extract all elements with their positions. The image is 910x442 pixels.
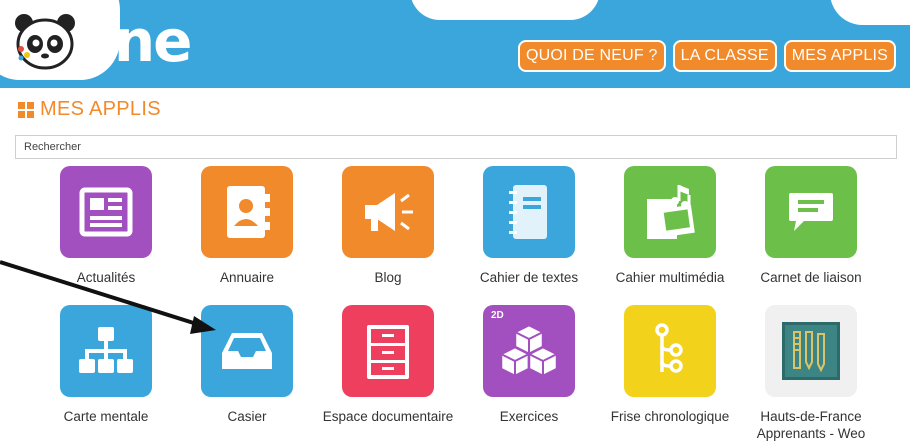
app-tile[interactable]: [765, 166, 857, 258]
2d-badge: 2D: [491, 310, 504, 321]
megaphone-icon: [365, 193, 413, 231]
app-carnet-de-liaison[interactable]: Carnet de liaison: [741, 166, 881, 286]
app-espace-documentaire[interactable]: Espace documentaire: [318, 305, 458, 425]
cloud-decoration: [830, 0, 910, 25]
nav-mes-applis[interactable]: MES APPLIS: [783, 40, 896, 72]
cloud-decoration: [410, 0, 600, 20]
nav-la-classe[interactable]: LA CLASSE: [672, 40, 777, 72]
app-label: Espace documentaire: [322, 409, 454, 424]
app-frise-chronologique[interactable]: Frise chronologique: [600, 305, 740, 425]
contact-book-icon: [227, 186, 270, 238]
filing-cabinet-icon: [367, 325, 409, 379]
newspaper-icon: [79, 187, 133, 237]
apps-grid-icon: [18, 101, 34, 118]
app-carte-mentale[interactable]: Carte mentale: [36, 305, 176, 425]
org-chart-icon: [79, 327, 133, 373]
section-title: MES APPLIS: [18, 98, 161, 121]
app-tile[interactable]: [60, 166, 152, 258]
panda-icon: [15, 14, 75, 70]
app-tile[interactable]: [342, 166, 434, 258]
app-label: Hauts-de-France Apprenants - Weo: [756, 409, 866, 441]
app-cahier-multimedia[interactable]: Cahier multimédia: [600, 166, 740, 286]
app-label: Cahier de textes: [479, 270, 579, 285]
app-tile[interactable]: 2D: [483, 305, 575, 397]
app-label: Blog: [374, 270, 402, 285]
inbox-tray-icon: [222, 333, 272, 369]
app-exercices[interactable]: 2D Exercices: [459, 305, 599, 425]
app-header: one QUOI DE NEUF ? LA CLASSE MES APPLIS: [0, 0, 910, 88]
app-annuaire[interactable]: Annuaire: [177, 166, 317, 286]
speech-bubble-icon: [789, 193, 833, 231]
app-tile[interactable]: [60, 305, 152, 397]
nav-quoi-de-neuf[interactable]: QUOI DE NEUF ?: [517, 40, 666, 72]
app-tile[interactable]: [201, 305, 293, 397]
app-label: Exercices: [499, 409, 559, 424]
cubes-icon: [499, 323, 559, 378]
app-actualites[interactable]: Actualités: [36, 166, 176, 286]
app-tile[interactable]: [624, 305, 716, 397]
app-label: Casier: [227, 409, 267, 424]
notebook-icon: [509, 185, 547, 239]
app-tile[interactable]: [342, 305, 434, 397]
app-label: Frise chronologique: [610, 409, 730, 424]
app-casier[interactable]: Casier: [177, 305, 317, 425]
app-label: Carnet de liaison: [760, 270, 862, 285]
logo-text: one: [76, 7, 192, 75]
app-label: Actualités: [76, 270, 136, 285]
app-tile[interactable]: [201, 166, 293, 258]
app-tile[interactable]: [765, 305, 857, 397]
app-blog[interactable]: Blog: [318, 166, 458, 286]
app-hauts-de-france-weo[interactable]: Hauts-de-France Apprenants - Weo: [741, 305, 881, 442]
search-input[interactable]: [15, 135, 897, 159]
app-label: Annuaire: [219, 270, 275, 285]
main-nav: QUOI DE NEUF ? LA CLASSE MES APPLIS: [517, 40, 896, 72]
app-tile[interactable]: [483, 166, 575, 258]
page-title: MES APPLIS: [40, 98, 161, 120]
app-label: Cahier multimédia: [615, 270, 725, 285]
multimedia-notebook-icon: [647, 185, 695, 239]
weo-logo-icon: [782, 322, 840, 380]
app-label: Carte mentale: [63, 409, 149, 424]
one-logo[interactable]: one: [14, 6, 192, 76]
timeline-icon: [655, 323, 683, 373]
app-cahier-de-textes[interactable]: Cahier de textes: [459, 166, 599, 286]
app-tile[interactable]: [624, 166, 716, 258]
